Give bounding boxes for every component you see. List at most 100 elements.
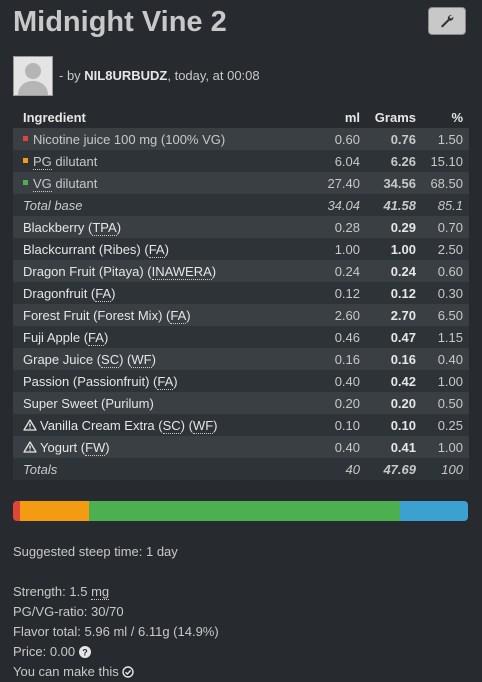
ingredient-label: Blackberry ( <box>23 219 93 235</box>
cell-ml: 40 <box>345 461 360 477</box>
cell-grams: 47.69 <box>383 461 416 477</box>
cell-pct: 6.50 <box>437 307 463 323</box>
ingredient-name: Blackberry (TPA) <box>13 216 303 238</box>
table-row: Fuji Apple (FA) 0.46 0.47 1.15 <box>13 326 469 348</box>
ingredient-label: ) ( <box>180 417 193 433</box>
cell-ml: 34.04 <box>327 197 360 213</box>
byline-time: , today, at 00:08 <box>167 68 260 83</box>
table-row: Grape Juice (SC) (WF) 0.16 0.16 0.40 <box>13 348 469 370</box>
ingredient-label: Dragonfruit ( <box>23 285 96 301</box>
edit-button[interactable] <box>428 7 466 35</box>
byline: - by NIL8URBUDZ, today, at 00:08 <box>59 68 260 83</box>
ingredient-name: Super Sweet (Purilum) <box>13 392 303 414</box>
totals-label: Totals <box>23 461 58 477</box>
cell-ml: 0.60 <box>334 131 360 147</box>
svg-text:?: ? <box>82 647 88 657</box>
vendor-abbr: SC <box>101 351 120 368</box>
ingredient-label: Fuji Apple ( <box>23 329 89 345</box>
ingredient-name: Fuji Apple (FA) <box>13 326 303 348</box>
color-swatch <box>23 135 28 141</box>
ingredient-label: ) <box>105 439 110 455</box>
cell-grams: 0.29 <box>390 219 416 235</box>
vendor-abbr: INAWERA <box>151 263 212 280</box>
cell-grams: 41.58 <box>383 197 416 213</box>
warning-icon <box>23 441 37 453</box>
table-row: Passion (Passionfruit) (FA) 0.40 0.42 1.00 <box>13 370 469 392</box>
cell-pct: 85.1 <box>437 197 463 213</box>
cell-pct: 0.60 <box>437 263 463 279</box>
composition-bar <box>13 501 468 521</box>
cell-pct: 2.50 <box>437 241 463 257</box>
cell-pct: 1.15 <box>437 329 463 345</box>
avatar-placeholder-icon <box>14 57 52 95</box>
price: Price: 0.00 ? <box>13 644 91 659</box>
ingredient-label: Passion (Passionfruit) ( <box>23 373 158 389</box>
warning-icon <box>23 419 37 431</box>
ingredient-label: ) <box>164 241 169 257</box>
bar-segment-pg <box>19 501 89 521</box>
check-circle-icon <box>122 665 135 678</box>
steep-time: Suggested steep time: 1 day <box>13 544 178 559</box>
ingredient-label: Blackcurrant (Ribes) ( <box>23 241 149 257</box>
ingredient-label: Forest Fruit (Forest Mix) ( <box>23 307 171 323</box>
cell-grams: 1.00 <box>390 241 416 257</box>
ingredient-label: ) <box>173 373 178 389</box>
vendor-abbr: FA <box>170 307 187 324</box>
ingredient-label: Super Sweet (Purilum) <box>23 395 154 411</box>
ingredient-name: Blackcurrant (Ribes) (FA) <box>13 238 303 260</box>
ingredient-label: ) <box>116 219 122 235</box>
cell-ml: 0.40 <box>334 373 360 389</box>
table-row: Total base 34.04 41.58 85.1 <box>13 194 469 216</box>
flavor-total: Flavor total: 5.96 ml / 6.11g (14.9%) <box>13 624 219 639</box>
cell-ml: 1.00 <box>334 241 360 257</box>
col-ml: ml <box>344 109 360 125</box>
can-make-label: You can make this <box>13 664 119 679</box>
table-row: Blackcurrant (Ribes) (FA) 1.00 1.00 2.50 <box>13 238 469 260</box>
vendor-abbr: FA <box>95 285 112 302</box>
price-label: Price: 0.00 <box>13 644 76 659</box>
cell-pct: 1.00 <box>437 373 463 389</box>
cell-ml: 27.40 <box>327 175 360 191</box>
cell-pct: 1.00 <box>437 439 463 455</box>
vendor-abbr: FW <box>85 439 106 456</box>
cell-grams: 0.47 <box>390 329 416 345</box>
table-row: Nicotine juice 100 mg (100% VG) 0.60 0.76 1… <box>13 128 469 150</box>
color-swatch <box>23 157 28 163</box>
table-row: PG dilutant 6.04 6.26 15.10 <box>13 150 469 172</box>
author-link[interactable]: NIL8URBUDZ <box>84 68 167 83</box>
col-pct: % <box>451 109 463 125</box>
ingredient-name: Grape Juice (SC) (WF) <box>13 348 303 370</box>
cell-grams: 34.56 <box>383 175 416 191</box>
ingredient-name: Forest Fruit (Forest Mix) (FA) <box>13 304 303 326</box>
cell-pct: 0.70 <box>437 219 463 235</box>
cell-pct: 0.50 <box>437 395 463 411</box>
ingredient-label: ) <box>186 307 191 323</box>
ingredient-label: dilutant <box>51 153 98 169</box>
table-header-row: Ingredient ml Grams % <box>13 106 469 128</box>
help-icon[interactable]: ? <box>78 645 91 658</box>
vendor-abbr: SC <box>162 417 181 434</box>
bar-segment-vg <box>88 501 401 521</box>
cell-grams: 0.76 <box>390 131 416 147</box>
bar-segment-nicotine <box>13 501 20 521</box>
pgvg-ratio: PG/VG-ratio: 30/70 <box>13 604 124 619</box>
ingredient-name[interactable]: Yogurt (FW) <box>13 436 303 458</box>
col-ingredient: Ingredient <box>23 109 86 125</box>
table-row: Blackberry (TPA) 0.28 0.29 0.70 <box>13 216 469 238</box>
ingredient-name[interactable]: Vanilla Cream Extra (SC) (WF) <box>13 414 303 436</box>
cell-grams: 0.12 <box>390 285 416 301</box>
bar-segment-flavor <box>400 501 468 521</box>
vendor-abbr: FA <box>88 329 104 346</box>
avatar[interactable] <box>13 56 53 96</box>
cell-ml: 2.60 <box>334 307 360 323</box>
cell-grams: 6.26 <box>390 153 416 169</box>
vendor-abbr: WF <box>131 351 152 368</box>
ingredient-label: ) <box>103 329 109 345</box>
ingredient-name: Passion (Passionfruit) (FA) <box>13 370 303 392</box>
ingredient-label: ) <box>111 285 116 301</box>
strength: Strength: 1.5 mg <box>13 584 110 600</box>
recipe-table: Ingredient ml Grams % Nicotine juice 100… <box>13 106 469 480</box>
cell-pct: 68.50 <box>430 175 463 191</box>
cell-grams: 0.20 <box>390 395 416 411</box>
cell-pct: 0.25 <box>437 417 463 433</box>
